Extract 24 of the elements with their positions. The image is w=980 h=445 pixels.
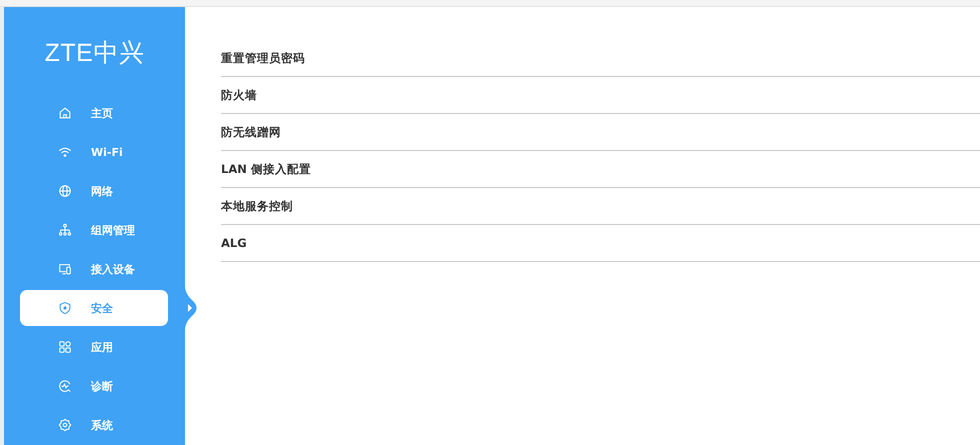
network-tree-icon (58, 223, 72, 237)
sidebar-item[interactable]: 组网管理 (20, 212, 168, 248)
menu-item[interactable]: LAN 侧接入配置 (221, 151, 980, 188)
menu-item[interactable]: 防无线蹭网 (221, 114, 980, 151)
shield-icon (58, 301, 72, 315)
sidebar-item[interactable]: 主页 (20, 95, 168, 131)
menu-item[interactable]: ALG (221, 225, 980, 262)
monitor-icon (58, 262, 72, 276)
home-icon (58, 106, 72, 120)
menu-item[interactable]: 本地服务控制 (221, 188, 980, 225)
logo: ZTE中兴 (44, 38, 146, 69)
apps-grid-icon (58, 340, 72, 354)
menu-item[interactable]: 重置管理员密码 (221, 40, 980, 77)
menu-item[interactable]: 防火墙 (221, 77, 980, 114)
sidebar-item[interactable]: 应用 (20, 329, 168, 365)
sidebar-item[interactable]: 网络 (20, 173, 168, 209)
diagnosis-icon (58, 379, 72, 393)
sidebar-item[interactable]: 诊断 (20, 368, 168, 404)
settings-icon (58, 418, 72, 432)
sidebar-item[interactable]: 接入设备 (20, 251, 168, 287)
globe-icon (58, 184, 72, 198)
sidebar-item[interactable]: Wi-Fi (20, 134, 168, 170)
sidebar-item[interactable]: 系统 (20, 407, 168, 443)
wifi-icon (58, 145, 72, 159)
